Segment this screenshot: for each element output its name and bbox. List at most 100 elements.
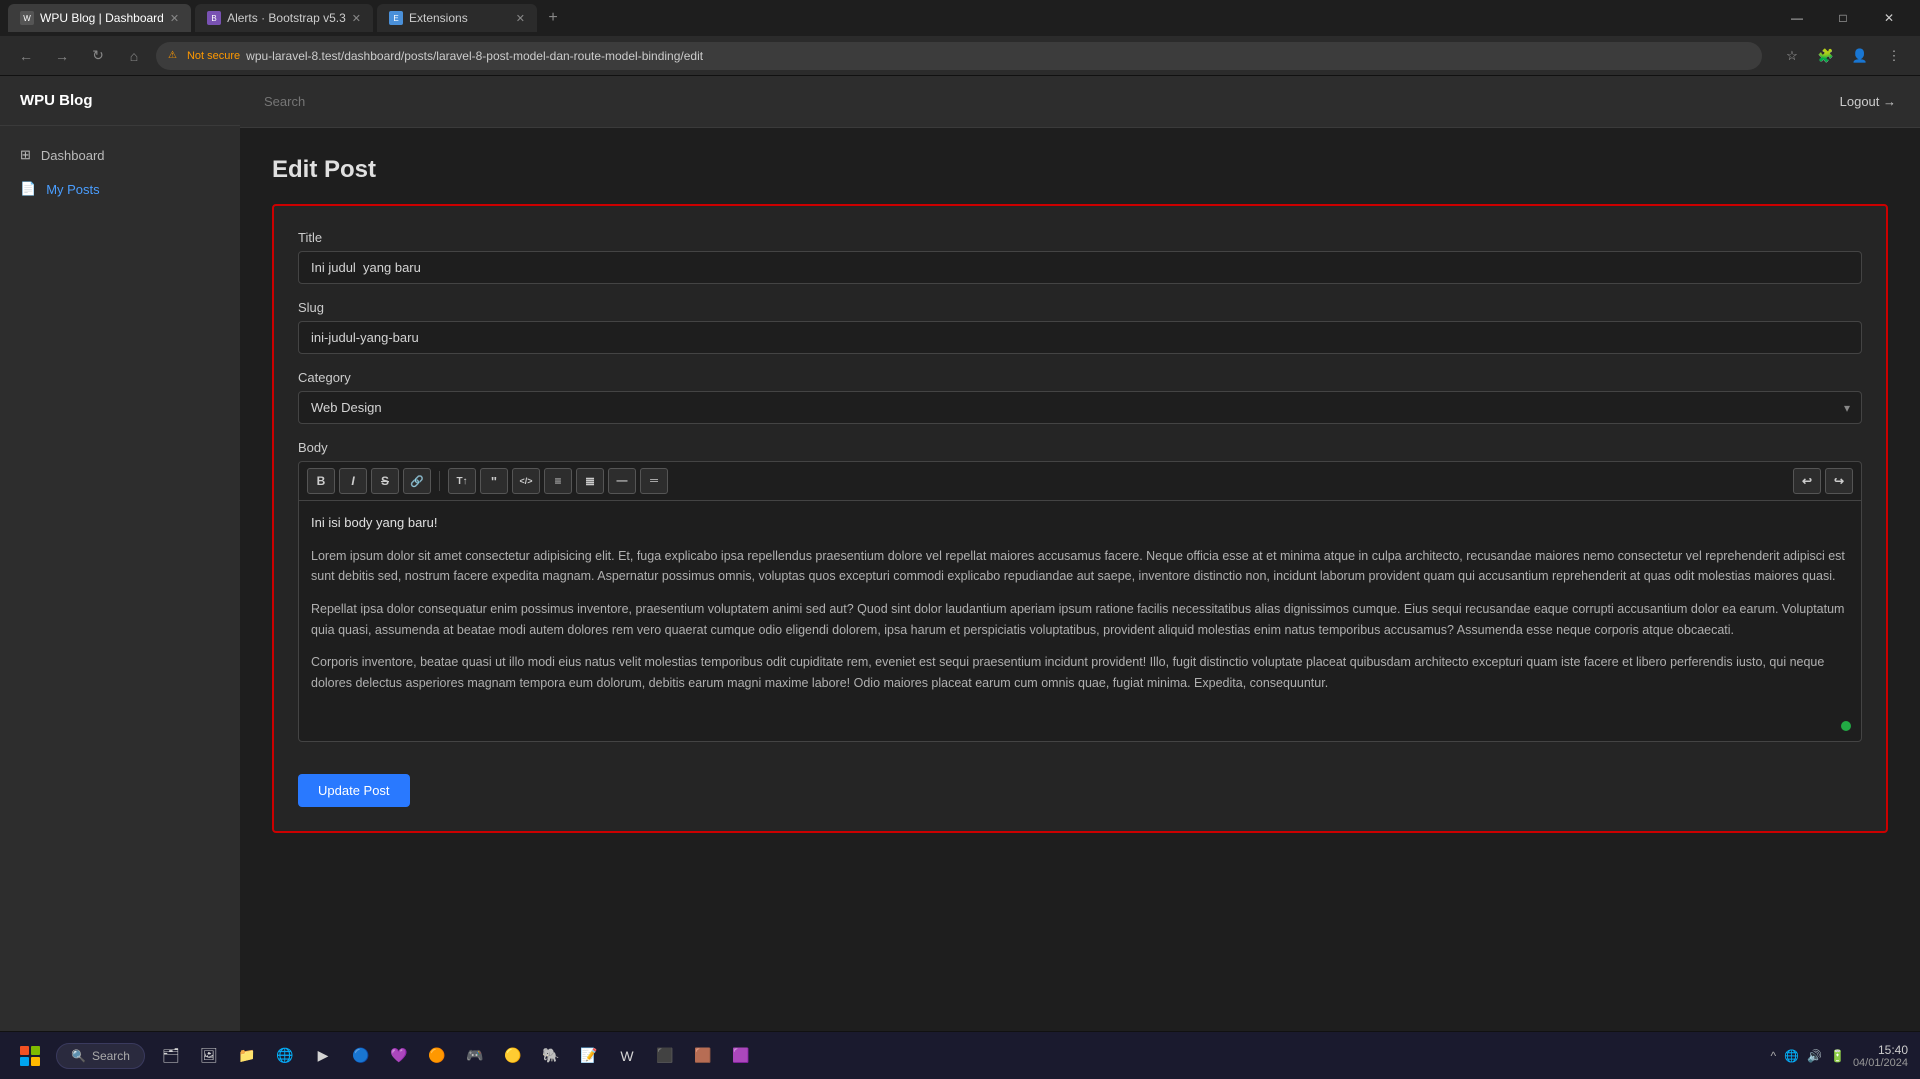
tab-extensions[interactable]: E Extensions ✕ (377, 4, 537, 32)
taskbar-app-elephant[interactable]: 🐘 (533, 1038, 569, 1074)
category-label: Category (298, 370, 1862, 385)
slug-group: Slug (298, 300, 1862, 354)
forward-button[interactable]: → (48, 42, 76, 70)
editor-status-indicator (1841, 721, 1851, 731)
toolbar-sep-1 (439, 471, 440, 491)
taskbar-clock[interactable]: 15:40 04/01/2024 (1853, 1043, 1908, 1069)
tab-label-bootstrap: Alerts · Bootstrap v5.3 (227, 11, 346, 25)
url-text: wpu-laravel-8.test/dashboard/posts/larav… (246, 49, 703, 63)
tray-volume-icon[interactable]: 🔊 (1807, 1049, 1822, 1063)
browser-actions: ☆ 🧩 👤 ⋮ (1778, 42, 1908, 70)
tab-bootstrap[interactable]: B Alerts · Bootstrap v5.3 ✕ (195, 4, 373, 32)
taskbar-tray: ^ 🌐 🔊 🔋 15:40 04/01/2024 (1770, 1043, 1908, 1069)
taskbar-app-notes[interactable]: 📝 (571, 1038, 607, 1074)
topbar: Logout → (240, 76, 1920, 128)
slug-label: Slug (298, 300, 1862, 315)
reload-button[interactable]: ↻ (84, 42, 112, 70)
taskbar-app-photos[interactable]: 🖼 (191, 1038, 227, 1074)
tab-label-extensions: Extensions (409, 11, 468, 25)
taskbar-app-explorer[interactable]: 📁 (229, 1038, 265, 1074)
body-label: Body (298, 440, 1862, 455)
win-tile-red (20, 1046, 29, 1055)
home-button[interactable]: ⌂ (120, 42, 148, 70)
sidebar-brand: WPU Blog (0, 76, 240, 126)
body-para-2: Repellat ipsa dolor consequatur enim pos… (311, 599, 1849, 640)
taskbar-app-word[interactable]: W (609, 1038, 645, 1074)
category-select-wrapper: Web Design Programming Tutorial News (298, 391, 1862, 424)
taskbar-app-dark1[interactable]: ⬛ (647, 1038, 683, 1074)
editor-toolbar: B I S 🔗 T↑ " </> ≡ ≣ — ═ ↩ (299, 462, 1861, 501)
ol-button[interactable]: ≣ (576, 468, 604, 494)
tab-close-extensions[interactable]: ✕ (516, 12, 525, 25)
topbar-search-input[interactable] (264, 94, 464, 109)
link-button[interactable]: 🔗 (403, 468, 431, 494)
logout-button[interactable]: Logout → (1840, 94, 1896, 109)
sidebar-label-dashboard: Dashboard (41, 148, 105, 163)
sidebar: WPU Blog ⊞ Dashboard 📄 My Posts (0, 76, 240, 1031)
taskbar-app-purple2[interactable]: 🟪 (723, 1038, 759, 1074)
code-button[interactable]: </> (512, 468, 540, 494)
maximize-button[interactable]: □ (1820, 0, 1866, 36)
taskbar-app-files[interactable]: 🗂 (153, 1038, 189, 1074)
taskbar-app-orange[interactable]: 🟠 (419, 1038, 455, 1074)
title-input[interactable] (298, 251, 1862, 284)
tab-wpu[interactable]: W WPU Blog | Dashboard ✕ (8, 4, 191, 32)
address-bar: ← → ↻ ⌂ ⚠ Not secure wpu-laravel-8.test/… (0, 36, 1920, 76)
hr2-button[interactable]: ═ (640, 468, 668, 494)
main-content: Edit Post Title Slug Category (240, 128, 1920, 1031)
taskbar-app-media[interactable]: ▶ (305, 1038, 341, 1074)
new-tab-button[interactable]: + (541, 6, 565, 30)
strikethrough-button[interactable]: S (371, 468, 399, 494)
undo-button[interactable]: ↩ (1793, 468, 1821, 494)
sidebar-label-my-posts: My Posts (46, 182, 99, 197)
redo-button[interactable]: ↪ (1825, 468, 1853, 494)
address-input[interactable]: ⚠ Not secure wpu-laravel-8.test/dashboar… (156, 42, 1762, 70)
blockquote-button[interactable]: " (480, 468, 508, 494)
tray-expand-icon[interactable]: ^ (1770, 1049, 1776, 1063)
sidebar-nav: ⊞ Dashboard 📄 My Posts (0, 126, 240, 218)
tab-bar: W WPU Blog | Dashboard ✕ B Alerts · Boot… (0, 0, 1920, 36)
taskbar-app-game[interactable]: 🎮 (457, 1038, 493, 1074)
taskbar-app-vscode[interactable]: 🔵 (343, 1038, 379, 1074)
start-button[interactable] (12, 1038, 48, 1074)
update-post-button[interactable]: Update Post (298, 774, 410, 807)
page-title: Edit Post (272, 156, 1888, 184)
tab-label-wpu: WPU Blog | Dashboard (40, 11, 164, 25)
bookmark-button[interactable]: ☆ (1778, 42, 1806, 70)
tray-battery-icon[interactable]: 🔋 (1830, 1049, 1845, 1063)
category-select[interactable]: Web Design Programming Tutorial News (298, 391, 1862, 424)
taskbar-app-dark2[interactable]: 🟫 (685, 1038, 721, 1074)
menu-button[interactable]: ⋮ (1880, 42, 1908, 70)
h1-button[interactable]: T↑ (448, 468, 476, 494)
tab-close-bootstrap[interactable]: ✕ (352, 12, 361, 25)
tab-favicon-wpu: W (20, 11, 34, 25)
slug-input[interactable] (298, 321, 1862, 354)
tab-favicon-ext: E (389, 11, 403, 25)
right-panel: Logout → Edit Post Title Slug Category (240, 76, 1920, 1031)
window-controls: — □ ✕ (1774, 0, 1912, 36)
bold-button[interactable]: B (307, 468, 335, 494)
tray-network-icon[interactable]: 🌐 (1784, 1049, 1799, 1063)
taskbar-app-yellow[interactable]: 🟡 (495, 1038, 531, 1074)
back-button[interactable]: ← (12, 42, 40, 70)
lock-icon: ⚠ (168, 50, 177, 61)
ul-button[interactable]: ≡ (544, 468, 572, 494)
editor-content[interactable]: Ini isi body yang baru! Lorem ipsum dolo… (299, 501, 1861, 741)
taskbar-app-purple[interactable]: 💜 (381, 1038, 417, 1074)
taskbar-search-button[interactable]: 🔍 Search (56, 1043, 145, 1069)
extensions-button[interactable]: 🧩 (1812, 42, 1840, 70)
edit-post-form: Title Slug Category Web Design Programmi… (272, 204, 1888, 833)
hr1-button[interactable]: — (608, 468, 636, 494)
body-para-3: Corporis inventore, beatae quasi ut illo… (311, 652, 1849, 693)
taskbar-app-chrome[interactable]: 🌐 (267, 1038, 303, 1074)
tab-close-wpu[interactable]: ✕ (170, 12, 179, 25)
sidebar-item-my-posts[interactable]: 📄 My Posts (0, 172, 240, 206)
close-button[interactable]: ✕ (1866, 0, 1912, 36)
italic-button[interactable]: I (339, 468, 367, 494)
tab-favicon-bootstrap: B (207, 11, 221, 25)
profile-button[interactable]: 👤 (1846, 42, 1874, 70)
sidebar-item-dashboard[interactable]: ⊞ Dashboard (0, 138, 240, 172)
minimize-button[interactable]: — (1774, 0, 1820, 36)
win-tile-yellow (31, 1057, 40, 1066)
not-secure-label: Not secure (187, 50, 240, 62)
